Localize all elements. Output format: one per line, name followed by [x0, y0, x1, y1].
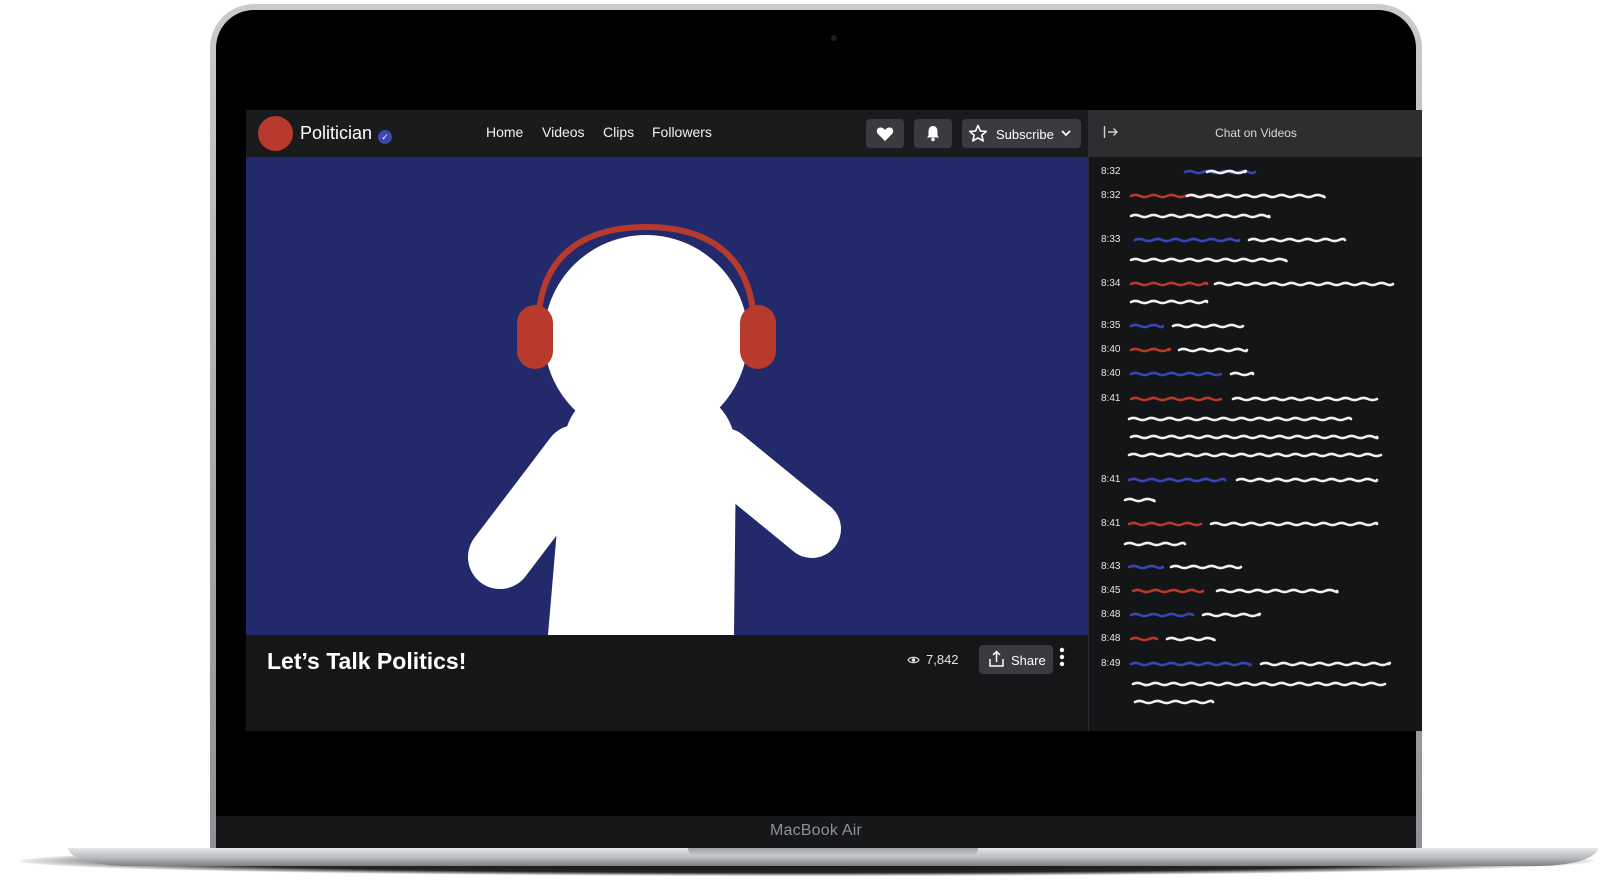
subscribe-button[interactable]: Subscribe	[962, 119, 1081, 148]
chat-message-text	[1209, 521, 1379, 527]
chat-message-text	[1129, 299, 1209, 305]
video-info-bar: Let’s Talk Politics! 7,842 Share	[246, 635, 1088, 731]
chat-message-text	[1129, 213, 1271, 219]
star-icon	[968, 124, 988, 142]
more-options-icon[interactable]	[1059, 647, 1065, 667]
chat-message-text	[1171, 323, 1245, 329]
nav-clips[interactable]: Clips	[603, 124, 634, 140]
share-label: Share	[1011, 653, 1046, 668]
channel-avatar[interactable]	[258, 116, 293, 151]
eye-icon	[907, 656, 920, 663]
chat-username	[1129, 281, 1209, 287]
heart-icon	[876, 126, 894, 141]
check-badge-icon: ✓	[378, 130, 392, 144]
share-icon	[989, 650, 1004, 667]
chat-username	[1127, 564, 1165, 570]
chat-message-text	[1133, 699, 1215, 705]
chat-username	[1129, 636, 1159, 642]
laptop-brand-label: MacBook Air	[769, 822, 862, 839]
chat-message-text	[1231, 396, 1379, 402]
chat-message-text	[1169, 564, 1243, 570]
chat-message-text	[1201, 612, 1262, 618]
chat-message-text	[1235, 477, 1379, 483]
chat-message-text	[1259, 661, 1392, 667]
share-button[interactable]: Share	[979, 645, 1053, 674]
chat-username	[1129, 371, 1223, 377]
chat-username	[1129, 347, 1172, 353]
chat-username	[1133, 237, 1241, 243]
chevron-down-icon	[1061, 130, 1071, 137]
chat-message-text	[1127, 452, 1383, 458]
chat-username	[1129, 396, 1223, 402]
app-window: Politician ✓ Home Videos Clips Followers	[246, 110, 1422, 731]
chat-message-text	[1129, 257, 1288, 263]
video-player[interactable]	[246, 157, 1088, 635]
chat-username	[1127, 521, 1203, 527]
subscribe-label: Subscribe	[996, 127, 1054, 142]
chat-username	[1131, 588, 1205, 594]
chat-message-text	[1185, 193, 1326, 199]
chat-message-text	[1177, 347, 1249, 353]
chat-panel: Chat on Videos 8:32 8:32 8:33 8:34 8:35 8:40 8…	[1088, 110, 1422, 731]
chat-message-text	[1215, 588, 1339, 594]
notify-button[interactable]	[914, 119, 952, 148]
camera-icon	[831, 35, 837, 41]
video-title: Let’s Talk Politics!	[267, 648, 467, 674]
chat-username	[1129, 612, 1195, 618]
chat-message-text	[1131, 681, 1387, 687]
chat-message-text	[1247, 237, 1347, 243]
channel-name[interactable]: Politician	[300, 123, 372, 144]
main-panel: Politician ✓ Home Videos Clips Followers	[246, 110, 1088, 731]
chat-message-text	[1129, 434, 1379, 440]
chat-message-lines	[1123, 169, 1395, 705]
chat-message-text	[1229, 371, 1255, 377]
chat-username	[1127, 477, 1227, 483]
chat-message-text	[1165, 636, 1216, 642]
listener-illustration	[468, 223, 841, 635]
chat-message-text	[1123, 497, 1156, 503]
chat-message-text	[1123, 541, 1187, 547]
nav-home[interactable]: Home	[486, 124, 523, 140]
view-count-value: 7,842	[926, 652, 959, 667]
like-button[interactable]	[866, 119, 904, 148]
nav-videos[interactable]: Videos	[542, 124, 585, 140]
bell-icon	[927, 126, 939, 142]
channel-header: Politician ✓ Home Videos Clips Followers	[246, 110, 1088, 157]
chat-username	[1129, 661, 1252, 667]
chat-message-text	[1127, 416, 1353, 422]
chat-username	[1129, 323, 1165, 329]
chat-message-text	[1213, 281, 1395, 287]
laptop-notch	[688, 848, 978, 856]
nav-followers[interactable]: Followers	[652, 124, 712, 140]
view-count: 7,842	[907, 652, 959, 667]
